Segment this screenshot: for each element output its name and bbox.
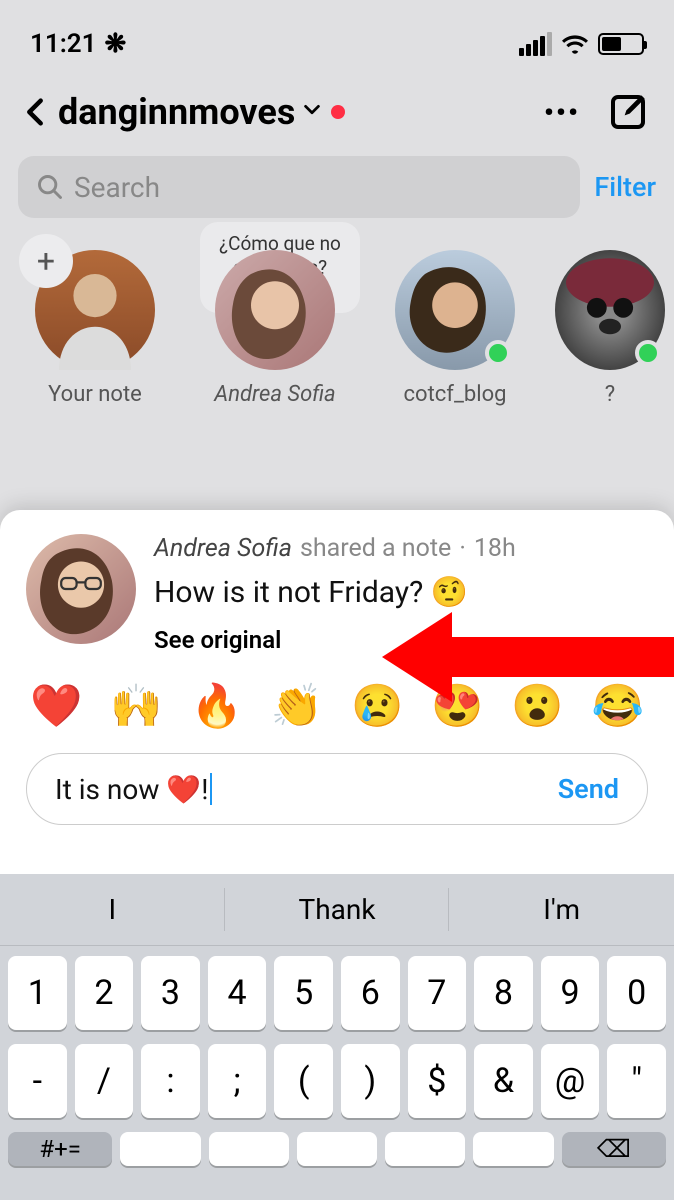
key-backspace[interactable]: ⌫ xyxy=(562,1132,666,1166)
reply-input[interactable]: It is now ❤️! xyxy=(55,773,558,806)
add-note-icon: + xyxy=(19,234,73,288)
key-0[interactable]: 0 xyxy=(607,956,666,1030)
key-8[interactable]: 8 xyxy=(474,956,533,1030)
key-blank[interactable] xyxy=(297,1132,377,1166)
suggestion[interactable]: I'm xyxy=(449,874,674,945)
search-icon xyxy=(36,173,64,201)
note-time: 18h xyxy=(474,534,516,563)
send-button[interactable]: Send xyxy=(558,773,619,805)
inbox-header: danginnmoves ••• xyxy=(0,70,674,144)
cellular-icon xyxy=(519,32,552,56)
key-at[interactable]: @ xyxy=(541,1044,600,1118)
reaction-cry[interactable]: 😢 xyxy=(351,682,403,731)
status-indicators xyxy=(519,32,644,56)
avatar xyxy=(395,250,515,370)
account-switcher[interactable]: danginnmoves xyxy=(58,91,345,133)
reaction-row: ❤️ 🙌 🔥 👏 😢 😍 😮 😂 xyxy=(26,682,648,731)
keyboard-suggestions: I Thank I'm xyxy=(0,874,674,946)
note-item-cotcf[interactable]: cotcf_blog xyxy=(380,250,530,407)
key-dash[interactable]: - xyxy=(8,1044,67,1118)
key-quote[interactable]: " xyxy=(607,1044,666,1118)
username-label: danginnmoves xyxy=(58,91,295,133)
compose-button[interactable] xyxy=(606,90,650,134)
key-7[interactable]: 7 xyxy=(408,956,467,1030)
avatar: + xyxy=(35,250,155,370)
key-slash[interactable]: / xyxy=(75,1044,134,1118)
key-4[interactable]: 4 xyxy=(208,956,267,1030)
reaction-laugh[interactable]: 😂 xyxy=(592,682,644,731)
status-time-group: 11:21 ❋ xyxy=(30,29,126,59)
reaction-clap[interactable]: 👏 xyxy=(271,682,323,731)
reply-input-container: It is now ❤️! Send xyxy=(26,753,648,825)
see-original-button[interactable]: See original xyxy=(154,626,281,654)
avatar xyxy=(555,250,665,370)
key-5[interactable]: 5 xyxy=(274,956,333,1030)
key-row-2: - / : ; ( ) $ & @ " xyxy=(8,1044,666,1118)
note-author-avatar[interactable] xyxy=(26,534,136,644)
reaction-wow[interactable]: 😮 xyxy=(511,682,563,731)
notification-dot xyxy=(331,105,345,119)
key-symbols[interactable]: #+= xyxy=(8,1132,112,1166)
reaction-fire[interactable]: 🔥 xyxy=(190,682,242,731)
note-item-your-note[interactable]: + Your note xyxy=(20,250,170,407)
battery-icon xyxy=(598,33,644,55)
key-row-1: 1 2 3 4 5 6 7 8 9 0 xyxy=(8,956,666,1030)
note-action-text: shared a note xyxy=(300,534,451,563)
key-9[interactable]: 9 xyxy=(541,956,600,1030)
key-row-3: #+= ⌫ xyxy=(0,1132,674,1166)
reaction-hands[interactable]: 🙌 xyxy=(110,682,162,731)
key-amp[interactable]: & xyxy=(474,1044,533,1118)
note-author-name: Andrea Sofia xyxy=(154,534,292,563)
key-blank[interactable] xyxy=(120,1132,200,1166)
reaction-heart[interactable]: ❤️ xyxy=(30,682,82,731)
note-label: cotcf_blog xyxy=(404,382,507,407)
notes-row[interactable]: + Your note ¿Cómo que no es viernes? 🤨 A… xyxy=(0,230,674,417)
key-blank[interactable] xyxy=(385,1132,465,1166)
note-label: Andrea Sofia xyxy=(214,382,335,407)
status-app-icon: ❋ xyxy=(105,29,127,59)
key-rparen[interactable]: ) xyxy=(341,1044,400,1118)
key-6[interactable]: 6 xyxy=(341,956,400,1030)
meta-separator: · xyxy=(459,534,466,563)
suggestion[interactable]: Thank xyxy=(225,874,450,945)
active-indicator xyxy=(635,340,661,366)
note-item-unknown[interactable]: ? xyxy=(560,250,660,407)
avatar xyxy=(215,250,335,370)
note-content: How is it not Friday? 🤨 xyxy=(154,575,648,610)
reaction-heart-eyes[interactable]: 😍 xyxy=(431,682,483,731)
key-blank[interactable] xyxy=(473,1132,553,1166)
status-time: 11:21 xyxy=(30,29,97,59)
note-detail-sheet: Andrea Sofia shared a note · 18h How is … xyxy=(0,510,674,874)
note-label: Your note xyxy=(48,382,142,407)
key-3[interactable]: 3 xyxy=(141,956,200,1030)
key-1[interactable]: 1 xyxy=(8,956,67,1030)
suggestion[interactable]: I xyxy=(0,874,225,945)
chevron-down-icon xyxy=(301,99,323,126)
key-lparen[interactable]: ( xyxy=(274,1044,333,1118)
key-colon[interactable]: : xyxy=(141,1044,200,1118)
active-indicator xyxy=(485,340,511,366)
status-bar: 11:21 ❋ xyxy=(0,0,674,70)
note-label: ? xyxy=(605,382,615,407)
key-semicolon[interactable]: ; xyxy=(208,1044,267,1118)
search-placeholder: Search xyxy=(74,171,160,204)
back-button[interactable] xyxy=(18,95,52,129)
wifi-icon xyxy=(562,34,588,54)
search-input[interactable]: Search xyxy=(18,156,580,218)
text-cursor xyxy=(210,773,212,805)
filter-button[interactable]: Filter xyxy=(594,171,656,203)
key-2[interactable]: 2 xyxy=(75,956,134,1030)
key-blank[interactable] xyxy=(209,1132,289,1166)
key-dollar[interactable]: $ xyxy=(408,1044,467,1118)
keyboard: I Thank I'm 1 2 3 4 5 6 7 8 9 0 - / : ; xyxy=(0,874,674,1200)
note-meta: Andrea Sofia shared a note · 18h xyxy=(154,534,648,563)
more-options-button[interactable]: ••• xyxy=(544,96,580,129)
note-item-andrea[interactable]: ¿Cómo que no es viernes? 🤨 Andrea Sofia xyxy=(200,250,350,407)
